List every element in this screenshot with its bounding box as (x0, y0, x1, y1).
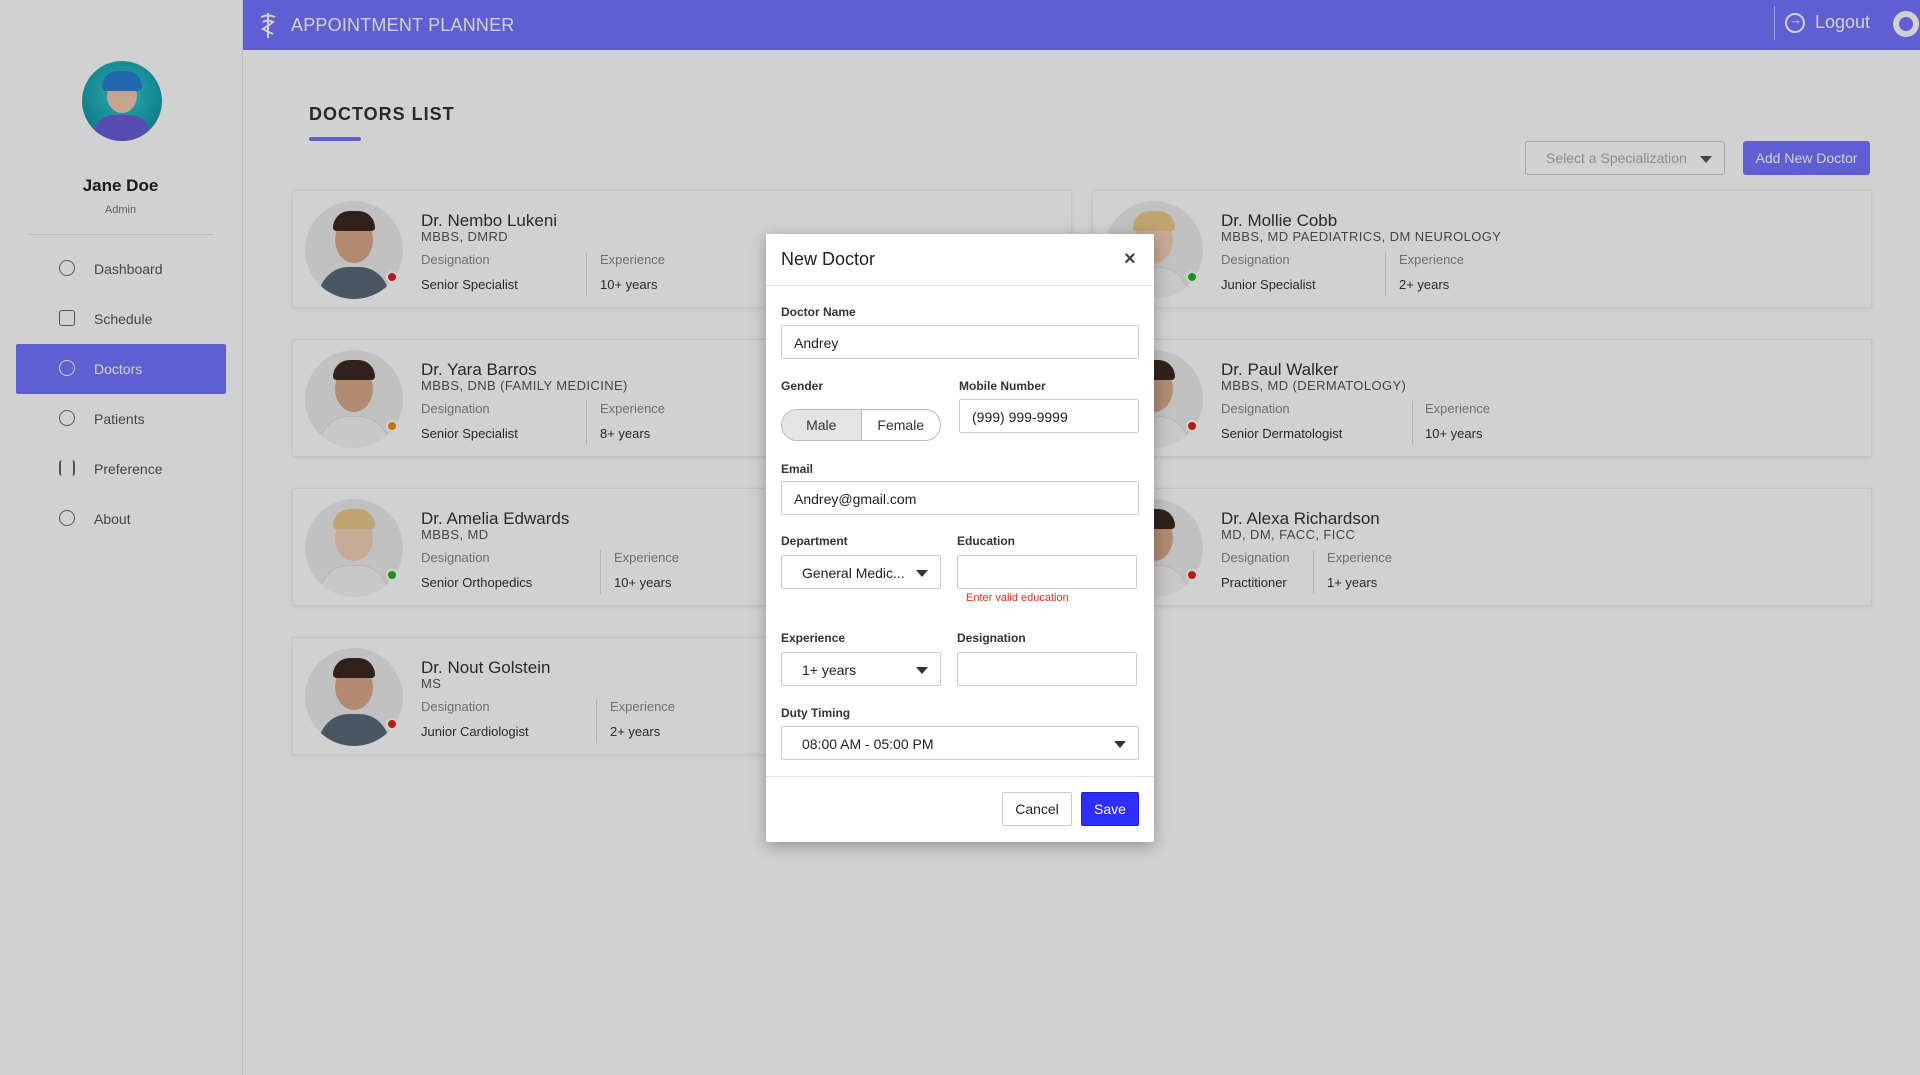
save-button[interactable]: Save (1081, 792, 1139, 826)
experience-select[interactable]: 1+ years (781, 652, 941, 686)
duty-timing-value: 08:00 AM - 05:00 PM (802, 736, 934, 752)
department-select[interactable]: General Medic... (781, 555, 941, 589)
email-input[interactable]: Andrey@gmail.com (781, 481, 1139, 515)
duty-timing-label: Duty Timing (781, 706, 851, 720)
designation-label: Designation (957, 631, 1026, 645)
dialog-footer-divider (766, 776, 1154, 777)
designation-input[interactable] (957, 652, 1137, 686)
department-value: General Medic... (802, 565, 905, 581)
experience-label: Experience (781, 631, 846, 645)
new-doctor-dialog: New Doctor × Doctor Name Andrey Gender M… (766, 234, 1154, 842)
experience-value: 1+ years (802, 662, 857, 678)
education-label: Education (957, 534, 1016, 548)
gender-female-option[interactable]: Female (862, 410, 941, 440)
duty-timing-select[interactable]: 08:00 AM - 05:00 PM (781, 726, 1139, 760)
department-label: Department (781, 534, 848, 548)
education-input[interactable] (957, 555, 1137, 589)
doctor-name-input[interactable]: Andrey (781, 325, 1139, 359)
chevron-down-icon (916, 667, 928, 674)
mobile-input[interactable]: (999) 999-9999 (959, 399, 1139, 433)
chevron-down-icon (916, 570, 928, 577)
close-icon[interactable]: × (1124, 249, 1136, 269)
dialog-title: New Doctor (781, 249, 876, 269)
doctor-name-label: Doctor Name (781, 305, 856, 319)
gender-toggle: Male Female (781, 409, 941, 441)
education-error: Enter valid education (966, 592, 1069, 604)
gender-male-option[interactable]: Male (782, 410, 862, 440)
chevron-down-icon (1114, 741, 1126, 748)
email-label: Email (781, 462, 814, 476)
cancel-button[interactable]: Cancel (1002, 792, 1072, 826)
dialog-header: New Doctor × (766, 234, 1154, 286)
mobile-label: Mobile Number (959, 379, 1046, 393)
gender-label: Gender (781, 379, 824, 393)
